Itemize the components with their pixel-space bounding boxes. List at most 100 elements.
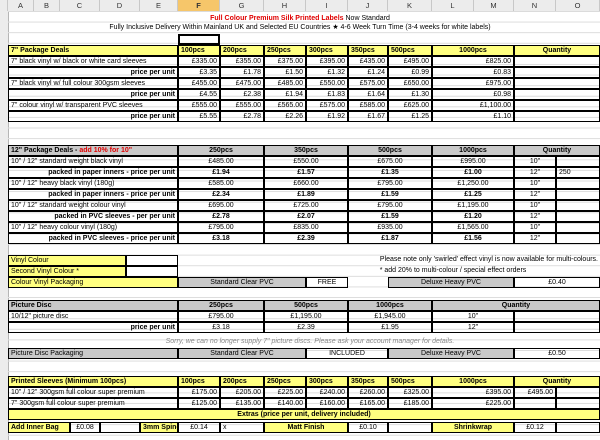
price-cell[interactable]: £565.00 — [264, 100, 306, 111]
per-unit-cell[interactable]: £1.64 — [348, 89, 388, 100]
quantity-input[interactable] — [556, 398, 600, 409]
price-cell[interactable]: £555.00 — [220, 100, 264, 111]
price-cell[interactable]: £1,195.00 — [432, 200, 514, 211]
per-unit-cell[interactable]: £1.30 — [388, 89, 432, 100]
select-all-corner[interactable] — [0, 0, 8, 11]
vinyl-colour-input[interactable] — [126, 255, 178, 266]
price-cell[interactable]: £1,565.00 — [432, 222, 514, 233]
price-cell[interactable]: £575.00 — [306, 100, 348, 111]
qty-header[interactable]: 1000pcs — [432, 145, 514, 156]
qty-header[interactable]: Quantity — [514, 45, 600, 56]
price-cell[interactable]: £1,945.00 — [348, 311, 432, 322]
product-label[interactable]: 10" / 12" 300gsm full colour super premi… — [8, 387, 178, 398]
per-unit-cell[interactable]: £1.25 — [388, 111, 432, 122]
add-inner-bag-label[interactable]: Add Inner Bag — [8, 422, 70, 433]
per-unit-cell[interactable]: £0.99 — [388, 67, 432, 78]
product-label[interactable]: 7" colour vinyl w/ transparent PVC sleev… — [8, 100, 178, 111]
per-unit-cell[interactable]: £3.18 — [178, 322, 264, 333]
per-unit-cell[interactable]: £2.39 — [264, 322, 348, 333]
qty-header[interactable]: 200pcs — [220, 376, 264, 387]
shrinkwrap-input[interactable] — [556, 422, 600, 433]
price-cell[interactable]: £795.00 — [348, 200, 432, 211]
price-cell[interactable]: £485.00 — [178, 156, 264, 167]
price-cell[interactable]: £935.00 — [348, 222, 432, 233]
per-unit-label[interactable]: price per unit — [8, 89, 178, 100]
price-cell[interactable]: £725.00 — [264, 200, 348, 211]
price-cell[interactable]: £435.00 — [348, 56, 388, 67]
per-unit-cell[interactable]: £1.10 — [432, 111, 514, 122]
per-unit-cell[interactable]: £1.59 — [348, 211, 432, 222]
per-unit-cell[interactable]: £1.89 — [264, 189, 348, 200]
quantity-size-cell[interactable]: 10" — [514, 200, 556, 211]
active-cell-selection[interactable] — [178, 34, 220, 45]
quantity-size-cell[interactable]: 10" — [514, 156, 556, 167]
qty-header[interactable]: 100pcs — [178, 376, 220, 387]
per-unit-cell[interactable]: £2.78 — [220, 111, 264, 122]
per-unit-cell[interactable]: £1.94 — [178, 167, 264, 178]
shrinkwrap-label[interactable]: Shrinkwrap — [432, 422, 514, 433]
price-cell[interactable]: £825.00 — [432, 56, 514, 67]
price-cell[interactable]: £650.00 — [388, 78, 432, 89]
price-cell[interactable]: £175.00 — [178, 387, 220, 398]
price-cell[interactable]: £1,195.00 — [264, 311, 348, 322]
qty-header[interactable]: 350pcs — [348, 376, 388, 387]
deluxe-pvc-price[interactable]: £0.50 — [514, 348, 600, 359]
quantity-input[interactable] — [514, 111, 600, 122]
price-cell[interactable]: £160.00 — [306, 398, 348, 409]
price-cell[interactable]: £225.00 — [264, 387, 306, 398]
column-header-n[interactable]: N — [514, 0, 556, 11]
price-cell[interactable] — [514, 398, 556, 409]
price-cell[interactable]: £795.00 — [178, 311, 264, 322]
per-unit-cell[interactable]: £1.95 — [348, 322, 432, 333]
product-label[interactable]: 10" / 12" heavy black vinyl (180g) — [8, 178, 178, 189]
per-unit-label[interactable]: price per unit — [8, 322, 178, 333]
price-cell[interactable]: £240.00 — [306, 387, 348, 398]
per-unit-label[interactable]: price per unit — [8, 67, 178, 78]
per-unit-cell[interactable]: £1.24 — [348, 67, 388, 78]
product-label[interactable]: 7" 300gsm full colour super premium — [8, 398, 178, 409]
price-cell[interactable]: £325.00 — [388, 387, 432, 398]
column-header-g[interactable]: G — [220, 0, 264, 11]
matt-finish-price[interactable]: £0.10 — [348, 422, 388, 433]
per-unit-cell[interactable]: £1.59 — [348, 189, 432, 200]
quantity-input[interactable] — [556, 189, 600, 200]
price-cell[interactable]: £355.00 — [220, 56, 264, 67]
price-cell[interactable]: £135.00 — [220, 398, 264, 409]
per-unit-cell[interactable]: £3.35 — [178, 67, 220, 78]
deluxe-heavy-pvc[interactable]: Deluxe Heavy PVC — [388, 348, 514, 359]
qty-header[interactable]: 500pcs — [264, 300, 348, 311]
vinyl-colour-label[interactable]: Vinyl Colour — [8, 255, 126, 266]
per-unit-label[interactable]: packed in paper inners - price per unit — [8, 189, 178, 200]
qty-header[interactable]: 250pcs — [178, 145, 264, 156]
per-unit-cell[interactable]: £2.38 — [220, 89, 264, 100]
price-cell[interactable]: £835.00 — [264, 222, 348, 233]
second-vinyl-colour-label[interactable]: Second Vinyl Colour * — [8, 266, 126, 277]
price-cell[interactable]: £495.00 — [388, 56, 432, 67]
product-label[interactable]: 7" black vinyl w/ black or white card sl… — [8, 56, 178, 67]
free-label[interactable]: FREE — [306, 277, 348, 288]
quantity-input[interactable] — [514, 89, 600, 100]
deluxe-pvc-price[interactable]: £0.40 — [514, 277, 600, 288]
per-unit-cell[interactable]: £2.78 — [178, 211, 264, 222]
price-cell[interactable]: £975.00 — [432, 78, 514, 89]
quantity-input[interactable] — [514, 67, 600, 78]
per-unit-cell[interactable]: £1.25 — [432, 189, 514, 200]
price-cell[interactable]: £555.00 — [178, 100, 220, 111]
included-label[interactable]: INCLUDED — [306, 348, 388, 359]
quantity-size-cell[interactable]: 12" — [514, 167, 556, 178]
per-unit-cell[interactable]: £3.18 — [178, 233, 264, 244]
per-unit-label[interactable]: packed in paper inners - price per unit — [8, 167, 178, 178]
price-cell[interactable]: £585.00 — [178, 178, 264, 189]
qty-header[interactable]: Quantity — [514, 376, 600, 387]
per-unit-cell[interactable]: £0.98 — [432, 89, 514, 100]
product-label[interactable]: 10" / 12" heavy colour vinyl (180g) — [8, 222, 178, 233]
column-header-i[interactable]: I — [306, 0, 348, 11]
per-unit-label[interactable]: price per unit — [8, 111, 178, 122]
quantity-size-cell[interactable]: 10" — [432, 311, 514, 322]
per-unit-cell[interactable]: £1.57 — [264, 167, 348, 178]
column-header-e[interactable]: E — [140, 0, 178, 11]
quantity-size-cell[interactable]: 12" — [514, 211, 556, 222]
column-header-h[interactable]: H — [264, 0, 306, 11]
per-unit-cell[interactable]: £1.92 — [306, 111, 348, 122]
quantity-input[interactable] — [514, 322, 600, 333]
